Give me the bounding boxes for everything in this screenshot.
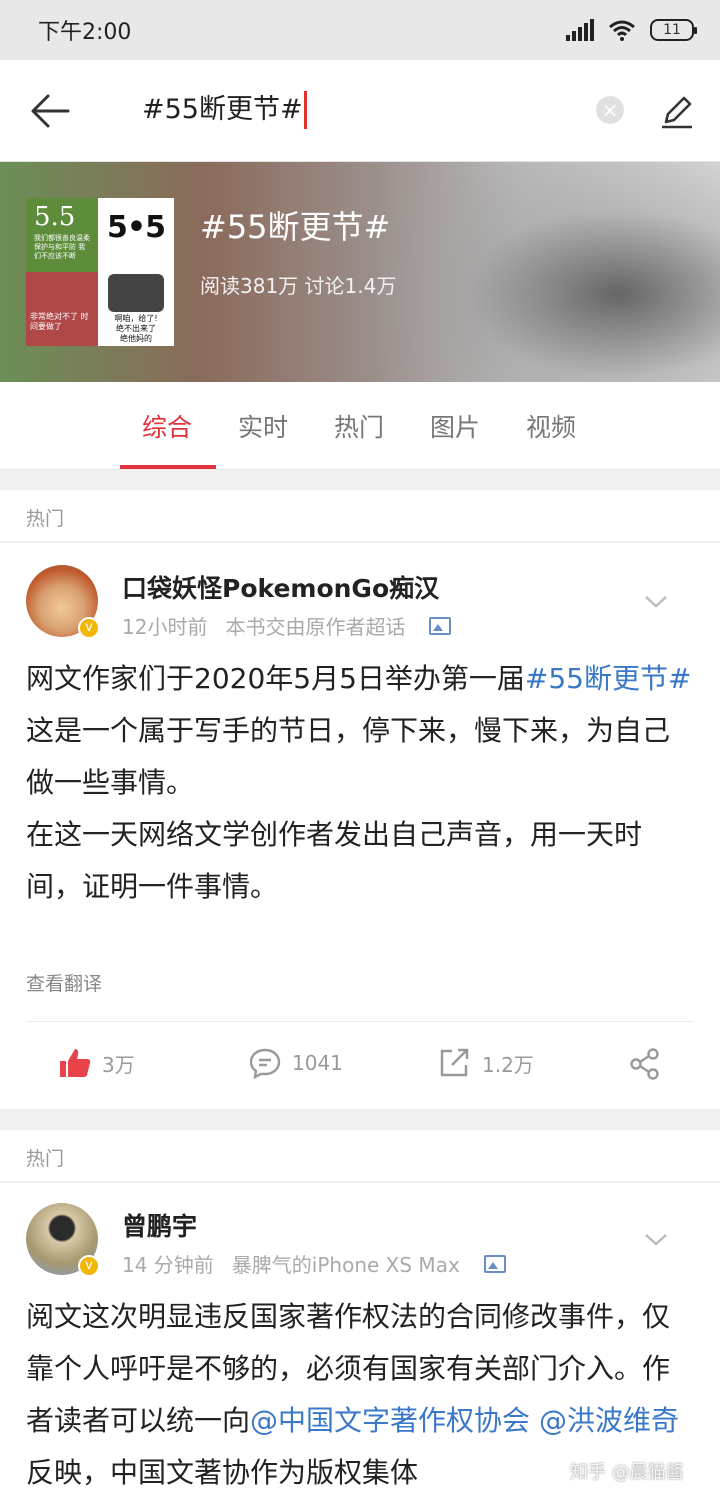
repost-count: 1.2万 xyxy=(482,1052,534,1077)
comment-button[interactable]: 1041 xyxy=(248,1047,343,1079)
topic-discussions: 讨论1.4万 xyxy=(304,274,397,298)
verified-badge: v xyxy=(78,617,100,639)
post-source: 本书交由原作者超话 xyxy=(225,615,406,639)
cover-caption-mid: 绝不出来了 xyxy=(116,324,156,333)
cover-tile-3-text: 非常绝对不了 时间要做了 xyxy=(30,312,89,331)
thumbs-up-icon xyxy=(60,1049,91,1077)
like-button[interactable]: 3万 xyxy=(58,1047,135,1079)
post-meta: 12小时前 本书交由原作者超话 xyxy=(122,611,452,640)
post-card: v 口袋妖怪PokemonGo痴汉 12小时前 本书交由原作者超话 网文作家们于… xyxy=(0,543,720,1109)
post-source: 暴脾气的iPhone XS Max xyxy=(231,1253,460,1277)
post-meta: 14 分钟前 暴脾气的iPhone XS Max xyxy=(122,1249,506,1278)
cover-tile-1: 5.5 我们都很善良温柔 保护与和平防 我们不应该不断 xyxy=(26,198,98,272)
cover-tile-4: 啊咱，给了! 绝不出来了 绝他妈的 xyxy=(98,272,174,346)
topic-tag-link[interactable]: #55断更节# xyxy=(525,662,692,695)
cover-subtitle: 我们都很善良温柔 保护与和平防 我们不应该不断 xyxy=(34,234,90,260)
wifi-icon xyxy=(609,20,635,41)
cover-tile-3: 非常绝对不了 时间要做了 xyxy=(26,272,98,346)
divider xyxy=(26,1021,694,1022)
author-name[interactable]: 口袋妖怪PokemonGo痴汉 xyxy=(122,569,439,605)
comment-icon xyxy=(249,1048,281,1079)
verified-badge: v xyxy=(78,1255,100,1277)
post-text: 网文作家们于2020年5月5日举办第一届#55断更节# 这是一个属于写手的节日，… xyxy=(26,653,696,913)
cover-numeral: 5.5 xyxy=(34,202,76,232)
repost-button[interactable]: 1.2万 xyxy=(438,1047,534,1079)
author-name[interactable]: 曾鹏宇 xyxy=(122,1207,197,1243)
section-label-hot: 热门 xyxy=(0,1130,720,1182)
status-bar: 下午2:00 11 xyxy=(0,0,720,60)
banner-blur xyxy=(380,162,720,382)
back-arrow-icon[interactable] xyxy=(30,93,70,129)
image-icon xyxy=(483,1254,506,1273)
cover-big-numeral: 5•5 xyxy=(107,210,166,245)
post-card: v 曾鹏宇 14 分钟前 暴脾气的iPhone XS Max 阅文这次明显违反国… xyxy=(0,1183,720,1499)
share-out-icon xyxy=(440,1048,469,1077)
tab-images[interactable]: 图片 xyxy=(430,408,480,444)
tab-videos[interactable]: 视频 xyxy=(526,408,576,444)
post-time: 12小时前 xyxy=(122,615,208,639)
topic-cover-image[interactable]: 5.5 我们都很善良温柔 保护与和平防 我们不应该不断 5•5 非常绝对不了 时… xyxy=(26,198,174,346)
active-tab-indicator xyxy=(120,465,216,469)
tab-bar: 综合 实时 热门 图片 视频 xyxy=(0,382,720,470)
search-header: #55断更节# × xyxy=(0,60,720,162)
status-icons: 11 xyxy=(566,19,697,41)
post-text-rest: 这是一个属于写手的节日，停下来，慢下来，为自己做一些事情。 在这一天网络文学创作… xyxy=(26,714,671,903)
section-label-hot: 热门 xyxy=(0,490,720,542)
topic-banner: 5.5 我们都很善良温柔 保护与和平防 我们不应该不断 5•5 非常绝对不了 时… xyxy=(0,162,720,382)
meme-image xyxy=(108,274,164,312)
image-icon xyxy=(429,616,452,635)
tab-realtime[interactable]: 实时 xyxy=(238,408,288,444)
cover-caption-bottom: 绝他妈的 xyxy=(120,334,152,343)
like-count: 3万 xyxy=(102,1052,135,1077)
tab-hot[interactable]: 热门 xyxy=(334,408,384,444)
chevron-down-icon[interactable] xyxy=(642,1225,670,1253)
post-time: 14 分钟前 xyxy=(122,1253,214,1277)
battery-icon: 11 xyxy=(650,19,697,41)
translate-link[interactable]: 查看翻译 xyxy=(26,969,102,996)
topic-reads: 阅读381万 xyxy=(200,274,299,298)
clear-search-button[interactable]: × xyxy=(596,96,624,124)
signal-icon xyxy=(566,19,594,41)
cover-caption-top: 啊咱，给了! xyxy=(114,314,158,323)
share-icon[interactable] xyxy=(628,1047,662,1081)
watermark: 知乎 @晨猫酱 xyxy=(570,1462,684,1483)
text-cursor xyxy=(303,91,307,129)
search-query: #55断更节# xyxy=(142,94,303,125)
status-time: 下午2:00 xyxy=(38,20,132,45)
topic-title: #55断更节# xyxy=(200,208,391,246)
cover-tile-2: 5•5 xyxy=(98,198,174,272)
mention-link[interactable]: @洪波维奇 xyxy=(539,1404,679,1437)
topic-stats: 阅读381万 讨论1.4万 xyxy=(200,270,396,299)
edit-icon[interactable] xyxy=(658,92,696,130)
chevron-down-icon[interactable] xyxy=(642,587,670,615)
tab-comprehensive[interactable]: 综合 xyxy=(142,408,192,444)
post-text-lead: 网文作家们于2020年5月5日举办第一届 xyxy=(26,662,525,695)
search-input[interactable]: #55断更节# xyxy=(142,90,307,130)
comment-count: 1041 xyxy=(292,1051,343,1075)
battery-level: 11 xyxy=(663,22,681,38)
mention-link[interactable]: @中国文字著作权协会 xyxy=(250,1404,530,1437)
post-text-tail: 反映，中国文著协作为版权集体 xyxy=(26,1456,419,1489)
